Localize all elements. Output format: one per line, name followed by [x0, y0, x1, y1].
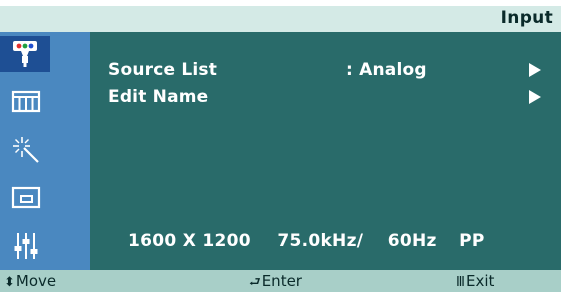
sidebar-item-pip[interactable] — [6, 180, 46, 216]
picture-icon — [11, 90, 41, 113]
exit-hint: ⅢExit — [456, 272, 494, 290]
move-hint: ⬍Move — [4, 272, 56, 290]
footer-bar: ⬍Move ⮐Enter ⅢExit — [0, 270, 561, 292]
sidebar-item-input[interactable] — [0, 36, 50, 72]
osd-menu: Input Source List: Analog Edit Name 160… — [0, 0, 561, 292]
sidebar — [0, 32, 90, 270]
arrow-right-icon — [529, 63, 541, 77]
menu-title: Input — [500, 8, 553, 28]
polarity-text: PP — [459, 231, 485, 251]
source-list-label: Source List — [108, 60, 218, 80]
enter-icon: ⮐ — [249, 275, 261, 290]
title-bar: Input — [0, 6, 561, 32]
h-freq-text: 75.0kHz/ — [277, 231, 364, 251]
exit-label: Exit — [465, 272, 495, 290]
v-freq-text: 60Hz — [387, 231, 437, 251]
arrow-right-icon — [529, 90, 541, 104]
signal-status: 1600 X 1200 75.0kHz/ 60Hz PP — [128, 231, 485, 251]
edit-name-label: Edit Name — [108, 87, 209, 107]
sidebar-item-picture[interactable] — [6, 84, 46, 120]
enter-label: Enter — [261, 272, 302, 290]
main-panel: Source List : Analog Edit Name 1600 X 12… — [90, 32, 561, 270]
sidebar-item-setup[interactable] — [6, 228, 46, 264]
sidebar-item-magic[interactable] — [6, 132, 46, 168]
source-list-value: : Analog — [346, 60, 427, 80]
updown-arrows-icon: ⬍ — [4, 275, 15, 290]
resolution-text: 1600 X 1200 — [128, 231, 251, 251]
setup-sliders-icon — [14, 233, 38, 259]
input-source-icon — [13, 41, 37, 67]
menu-icon: Ⅲ — [456, 275, 465, 290]
pip-window-icon — [11, 186, 41, 209]
move-label: Move — [15, 272, 57, 290]
magic-wand-icon — [13, 137, 39, 163]
